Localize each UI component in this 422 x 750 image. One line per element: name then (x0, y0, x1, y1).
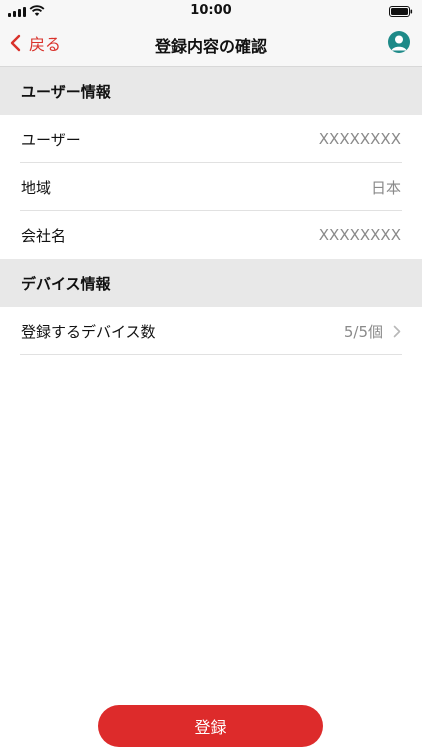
battery-icon (389, 6, 413, 17)
region-row: 地域 日本 (0, 163, 422, 211)
account-icon (391, 35, 407, 51)
region-value: 日本 (370, 178, 401, 197)
user-label: ユーザー (21, 130, 81, 149)
device-count-label: 登録するデバイス数 (21, 322, 156, 341)
user-info-header: ユーザー情報 (0, 67, 422, 115)
chevron-right-icon (393, 325, 401, 337)
status-bar: 10:00 (0, 0, 422, 22)
account-button[interactable] (388, 31, 410, 53)
company-label: 会社名 (21, 226, 67, 245)
company-row: 会社名 XXXXXXXX (0, 211, 422, 259)
user-value: XXXXXXXX (318, 130, 401, 148)
page-title: 登録内容の確認 (154, 37, 267, 56)
device-info-header: デバイス情報 (0, 259, 422, 307)
company-value: XXXXXXXX (318, 226, 401, 244)
device-count-row[interactable]: 登録するデバイス数 5/5個 (0, 307, 422, 355)
region-label: 地域 (21, 178, 52, 197)
navigation-bar: 戻る 登録内容の確認 (0, 22, 422, 67)
device-count-value: 5/5個 (343, 322, 383, 341)
register-button[interactable]: 登録 (98, 705, 323, 747)
status-time: 10:00 (190, 3, 232, 18)
user-row: ユーザー XXXXXXXX (0, 115, 422, 163)
